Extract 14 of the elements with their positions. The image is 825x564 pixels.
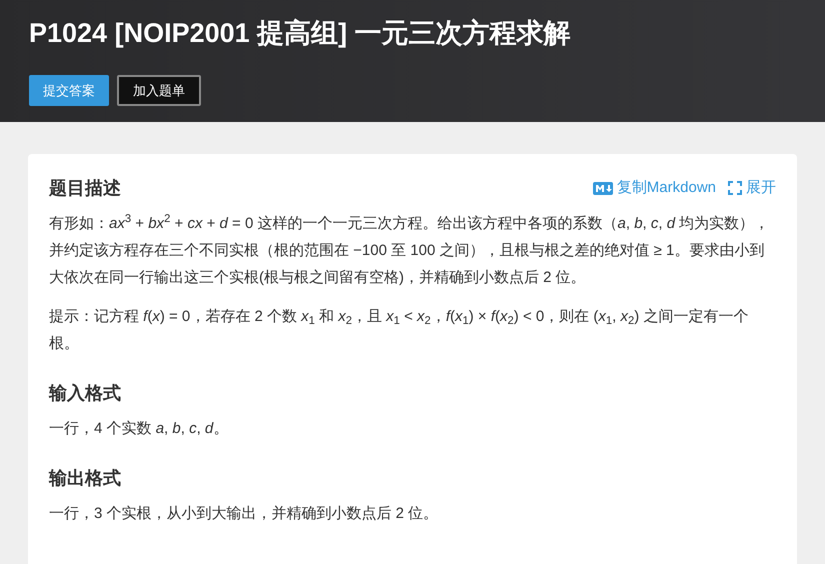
- paragraph: 有形如：ax$^{3}$ + bx$^{2}$ + cx + d = 0 这样的一个一元三次方程。给出该方程中各项的系数（a, b, c, d 均为实数），并约定该方程存在三个不同实根（根的范围在 −100 至 100 之间），且根与根之差的绝对值 ≥ 1。要求由小到大依次在同一行输出这三个实根(根与根之间留有空格)，并精确到小数点后 2 位。: [49, 212, 770, 288]
- expand-icon: [728, 181, 742, 195]
- expand-link[interactable]: 展开: [728, 176, 776, 200]
- section-heading: 输入格式: [49, 382, 121, 405]
- paragraph: 一行，3 个实根，从小到大输出，并精确到小数点后 2 位。: [49, 504, 440, 524]
- section-heading: 题目描述: [49, 177, 121, 200]
- copy-markdown-link[interactable]: 复制Markdown: [592, 176, 716, 200]
- add-to-list-button[interactable]: 加入题单: [117, 75, 201, 106]
- paragraph: 一行，4 个实数 a, b, c, d。: [49, 419, 230, 439]
- markdown-icon: [592, 182, 613, 194]
- paragraph: 提示：记方程 f(x) = 0，若存在 2 个数 x$_{1}$ 和 x$_{2}$，且 x$_{1}$ < x$_{2}$，f(x$_{1}$) × f(x$_{2}$) < 0，则在 (x$_{1}$, x$_{2}$) 之间一定有一个根。: [49, 307, 750, 354]
- submit-button[interactable]: 提交答案: [29, 75, 109, 106]
- section-heading: 输出格式: [49, 467, 121, 490]
- problem-title: P1024 [NOIP2001 提高组] 一元三次方程求解: [29, 17, 572, 50]
